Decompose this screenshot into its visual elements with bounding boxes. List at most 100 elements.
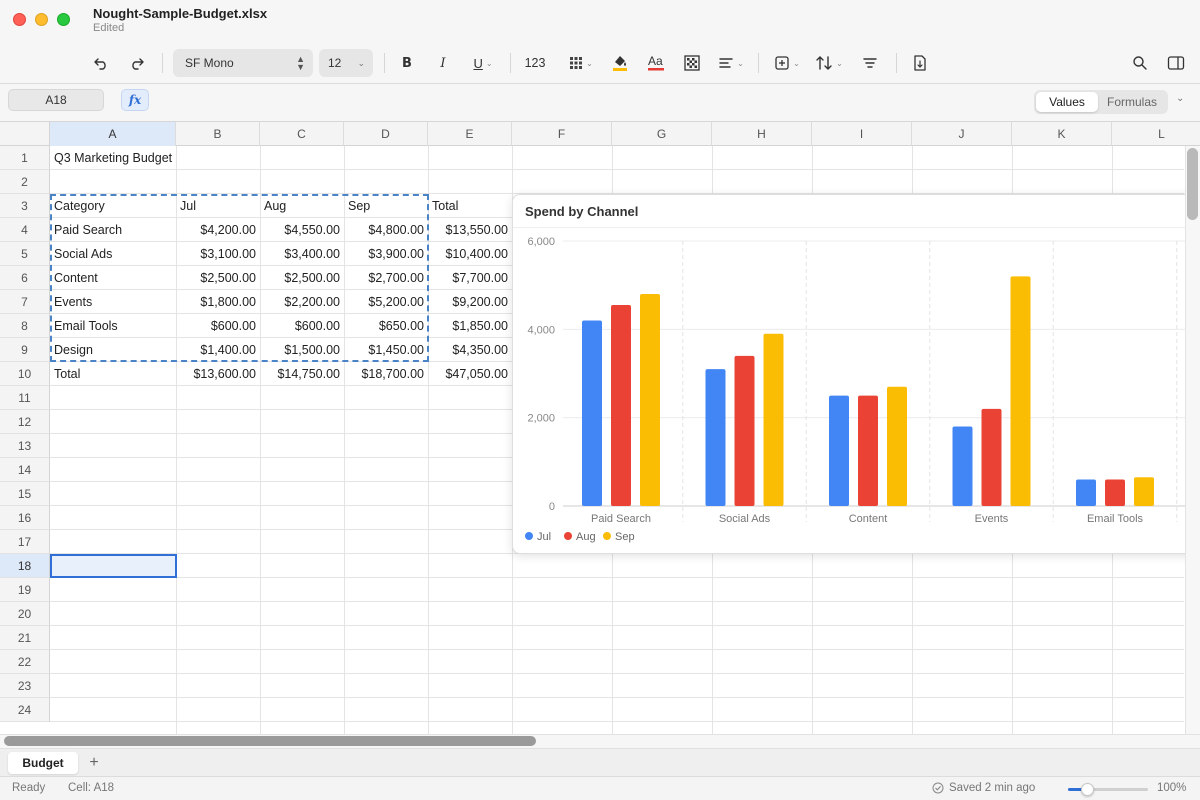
row-header-4[interactable]: 4 [0,218,50,242]
select-all-corner[interactable] [0,122,50,146]
column-header-l[interactable]: L [1112,122,1200,146]
cell-a10[interactable]: Total [50,362,176,386]
column-header-j[interactable]: J [912,122,1012,146]
cell-b10[interactable]: $13,600.00 [176,362,260,386]
font-family-select[interactable]: SF Mono ▲ ▼ [173,49,313,77]
cell-d10[interactable]: $18,700.00 [344,362,428,386]
spreadsheet-grid[interactable]: ABCDEFGHIJKL Spend by Channel 0 2,000 4,00… [0,122,1200,734]
cell-format-button[interactable]: ⌄ [566,50,596,76]
sheet-tab-budget[interactable]: Budget [8,752,78,774]
cell-a1[interactable]: Q3 Marketing Budget [50,146,176,170]
cell-a8[interactable]: Email Tools [50,314,176,338]
fill-color-button[interactable] [608,50,632,76]
cell-b5[interactable]: $3,100.00 [176,242,260,266]
row-header-21[interactable]: 21 [0,626,50,650]
cell-d9[interactable]: $1,450.00 [344,338,428,362]
cell-d5[interactable]: $3,900.00 [344,242,428,266]
name-box[interactable]: A18 [8,89,104,111]
cell-d7[interactable]: $5,200.00 [344,290,428,314]
number-format-button[interactable]: 123 [520,50,550,76]
row-header-12[interactable]: 12 [0,410,50,434]
row-header-9[interactable]: 9 [0,338,50,362]
values-mode-button[interactable]: Values [1036,92,1098,112]
cell-c10[interactable]: $14,750.00 [260,362,344,386]
row-header-19[interactable]: 19 [0,578,50,602]
row-header-14[interactable]: 14 [0,458,50,482]
insert-button[interactable]: ⌄ [772,50,802,76]
column-header-i[interactable]: I [812,122,912,146]
cell-c5[interactable]: $3,400.00 [260,242,344,266]
add-sheet-button[interactable]: + [85,752,103,774]
column-header-c[interactable]: C [260,122,344,146]
cell-b7[interactable]: $1,800.00 [176,290,260,314]
horizontal-scrollbar[interactable] [0,734,1200,748]
row-header-23[interactable]: 23 [0,674,50,698]
sort-button[interactable]: ⌄ [814,50,844,76]
formulas-mode-button[interactable]: Formulas [1098,92,1166,112]
cell-e5[interactable]: $10,400.00 [428,242,512,266]
row-header-15[interactable]: 15 [0,482,50,506]
row-header-20[interactable]: 20 [0,602,50,626]
zoom-window-button[interactable] [57,13,70,26]
cell-e6[interactable]: $7,700.00 [428,266,512,290]
cell-a5[interactable]: Social Ads [50,242,176,266]
undo-button[interactable] [90,50,112,76]
underline-button[interactable]: U ⌄ [468,50,498,76]
align-button[interactable]: ⌄ [716,50,746,76]
search-button[interactable] [1128,50,1152,76]
row-header-13[interactable]: 13 [0,434,50,458]
expand-formula-bar-button[interactable]: ⌄ [1176,93,1184,104]
column-header-b[interactable]: B [176,122,260,146]
borders-button[interactable] [680,50,704,76]
row-header-10[interactable]: 10 [0,362,50,386]
row-header-16[interactable]: 16 [0,506,50,530]
row-header-18[interactable]: 18 [0,554,50,578]
cell-e7[interactable]: $9,200.00 [428,290,512,314]
document-button[interactable] [908,50,932,76]
row-header-1[interactable]: 1 [0,146,50,170]
cell-b3[interactable]: Jul [176,194,260,218]
row-header-2[interactable]: 2 [0,170,50,194]
zoom-slider[interactable] [1068,783,1148,796]
cell-c3[interactable]: Aug [260,194,344,218]
text-color-button[interactable]: Aa [644,50,668,76]
close-window-button[interactable] [13,13,26,26]
row-header-24[interactable]: 24 [0,698,50,722]
active-cell-a18[interactable] [50,554,177,578]
column-header-k[interactable]: K [1012,122,1112,146]
filter-button[interactable] [858,50,882,76]
column-header-e[interactable]: E [428,122,512,146]
cell-a6[interactable]: Content [50,266,176,290]
cell-c9[interactable]: $1,500.00 [260,338,344,362]
cell-a9[interactable]: Design [50,338,176,362]
cell-d6[interactable]: $2,700.00 [344,266,428,290]
cell-b9[interactable]: $1,400.00 [176,338,260,362]
column-header-g[interactable]: G [612,122,712,146]
cell-c6[interactable]: $2,500.00 [260,266,344,290]
minimize-window-button[interactable] [35,13,48,26]
spend-by-channel-chart[interactable]: Spend by Channel 0 2,000 4,000 6,000 Paid Se… [512,194,1200,554]
font-size-select[interactable]: 12 ⌄ [319,49,373,77]
fx-button[interactable]: fx [121,89,149,111]
cell-a3[interactable]: Category [50,194,176,218]
sidebar-toggle-button[interactable] [1164,50,1188,76]
row-header-22[interactable]: 22 [0,650,50,674]
bold-button[interactable]: B [396,50,418,76]
row-header-7[interactable]: 7 [0,290,50,314]
cell-d4[interactable]: $4,800.00 [344,218,428,242]
column-header-a[interactable]: A [50,122,176,146]
row-header-5[interactable]: 5 [0,242,50,266]
cell-b8[interactable]: $600.00 [176,314,260,338]
cell-d8[interactable]: $650.00 [344,314,428,338]
cell-e9[interactable]: $4,350.00 [428,338,512,362]
column-header-d[interactable]: D [344,122,428,146]
column-header-h[interactable]: H [712,122,812,146]
cell-e10[interactable]: $47,050.00 [428,362,512,386]
cell-a7[interactable]: Events [50,290,176,314]
cell-e4[interactable]: $13,550.00 [428,218,512,242]
row-header-6[interactable]: 6 [0,266,50,290]
row-header-17[interactable]: 17 [0,530,50,554]
row-header-3[interactable]: 3 [0,194,50,218]
redo-button[interactable] [126,50,148,76]
row-header-11[interactable]: 11 [0,386,50,410]
